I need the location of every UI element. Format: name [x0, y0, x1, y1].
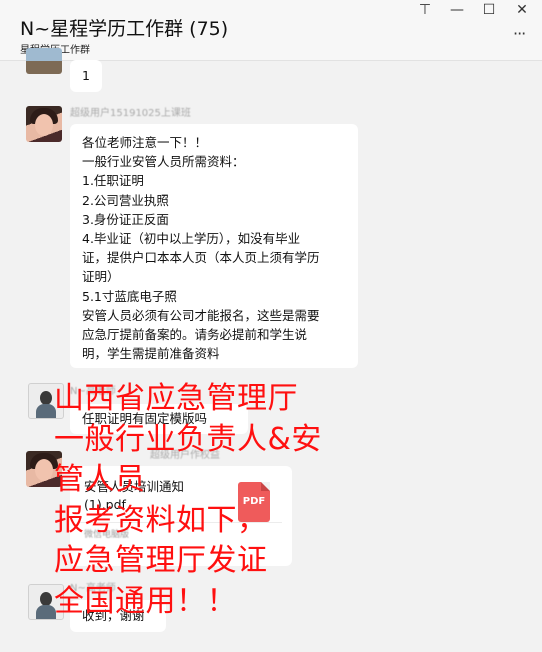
overlay-line: 一般行业负责人&安	[54, 421, 322, 457]
avatar-head	[40, 391, 52, 405]
message-bubble[interactable]: 1	[70, 60, 102, 92]
notice-line: 1.任职证明	[82, 173, 144, 189]
chat-title: N~星程学历工作群 (75)	[20, 18, 229, 40]
notice-line: 安管人员必须有公司才能报名，这些是需要	[82, 307, 320, 323]
notice-line: 2.公司营业执照	[82, 192, 169, 208]
more-options-icon[interactable]: ···	[513, 24, 526, 43]
notice-line: 证，提供户口本本人页（本人页上须有学历	[82, 250, 320, 266]
promo-overlay: 山西省应急管理厅 一般行业负责人&安 管人员 报考资料如下， 应急管理厅发证 全…	[54, 379, 354, 622]
overlay-line: 报考资料如下，	[54, 502, 268, 538]
overlay-line: 应急管理厅发证	[54, 543, 268, 578]
sender-name: 超级用户15191025上课班	[70, 108, 191, 119]
notice-line: 3.身份证正反面	[82, 211, 169, 227]
avatar[interactable]	[26, 106, 62, 142]
maximize-icon[interactable]: ☐	[478, 2, 500, 18]
notice-line: 应急厅提前备案的。请务必提前和学生说	[82, 327, 308, 343]
avatar-body	[36, 605, 56, 619]
title-bar: N~星程学历工作群 (75) 星程学历工作群 ⊤ — ☐ ✕ ···	[0, 0, 542, 61]
avatar[interactable]	[26, 48, 62, 74]
notice-line: 证明）	[82, 269, 120, 285]
pin-icon[interactable]: ⊤	[414, 2, 436, 18]
notice-line: 各位老师注意一下！！	[82, 135, 208, 150]
overlay-line: 管人员	[54, 462, 146, 497]
notice-line: 4.毕业证（初中以上学历），如没有毕业	[82, 231, 301, 247]
notice-line: 一般行业安管人员所需资料：	[82, 154, 245, 170]
notice-line: 5.1寸蓝底电子照	[82, 288, 177, 304]
minimize-icon[interactable]: —	[446, 2, 468, 18]
message-text: 1	[82, 68, 90, 83]
avatar-face	[35, 459, 53, 481]
avatar-body	[36, 404, 56, 418]
notice-bubble[interactable]: 各位老师注意一下！！ 一般行业安管人员所需资料： 1.任职证明 2.公司营业执照…	[70, 124, 358, 368]
avatar-head	[40, 592, 52, 606]
overlay-line: 全国通用！！	[54, 583, 237, 619]
overlay-line: 山西省应急管理厅	[54, 381, 298, 416]
avatar-face	[35, 114, 53, 136]
close-icon[interactable]: ✕	[511, 2, 533, 18]
notice-line: 明，学生需提前准备资料	[82, 346, 220, 362]
